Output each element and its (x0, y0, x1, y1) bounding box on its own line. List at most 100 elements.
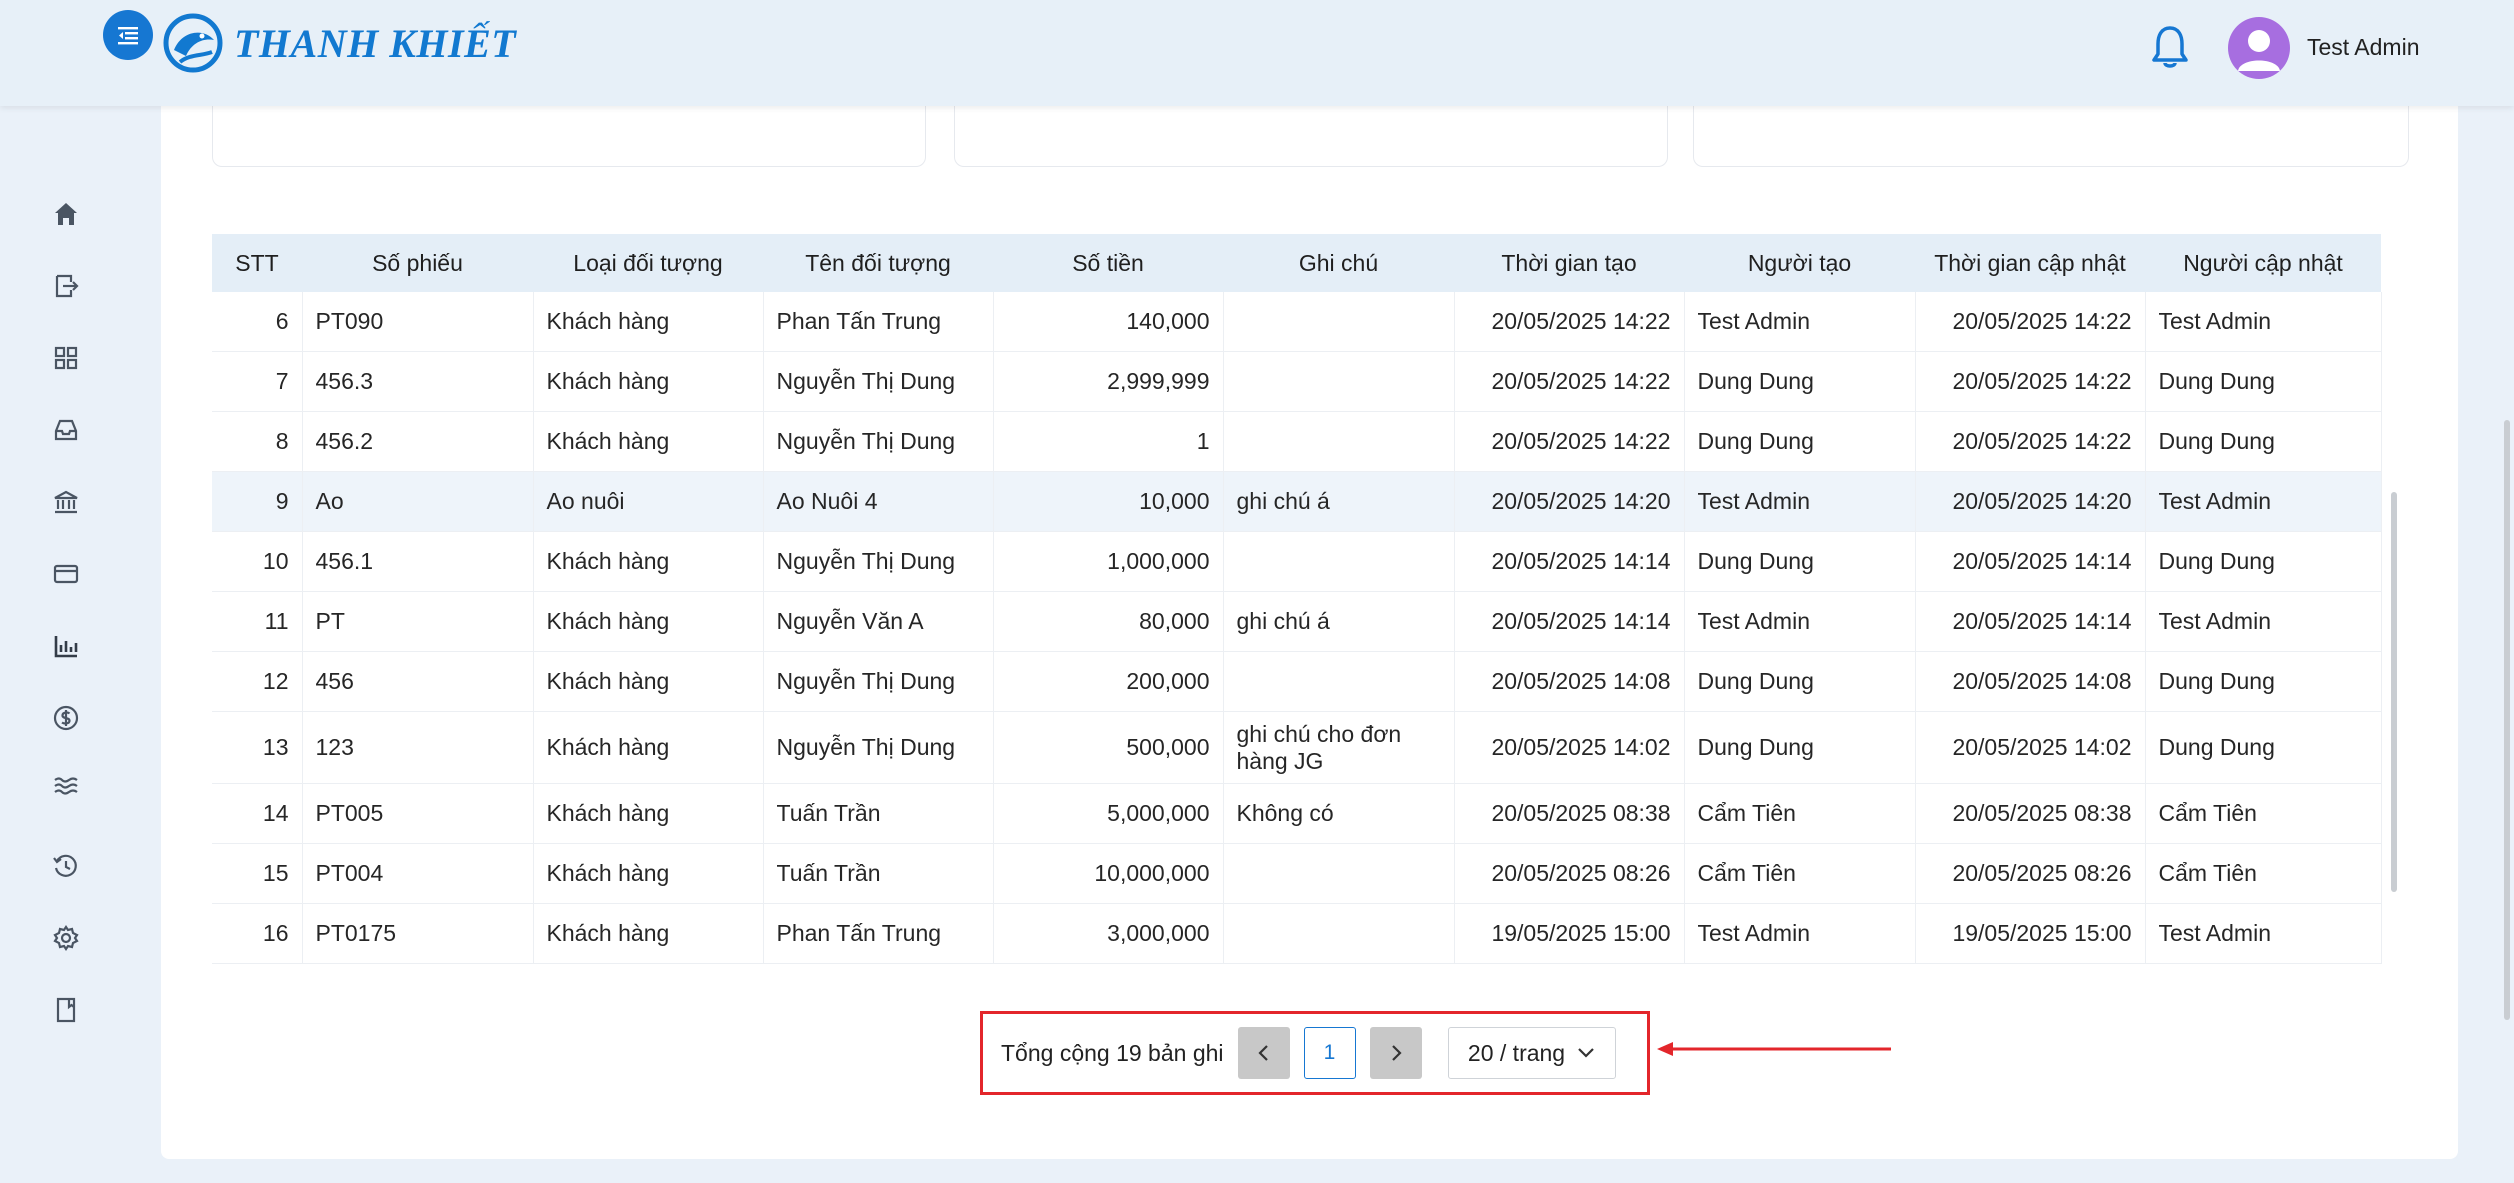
table-cell: Test Admin (2145, 471, 2382, 532)
sidebar (0, 106, 129, 1183)
dollar-icon[interactable] (50, 702, 82, 734)
column-header: STT (212, 234, 302, 292)
prev-page-button[interactable] (1237, 1027, 1290, 1079)
table-cell: 20/05/2025 14:08 (1454, 651, 1685, 712)
table-cell: Dung Dung (2145, 531, 2382, 592)
table-cell: 9 (212, 471, 303, 532)
settings-icon[interactable] (50, 922, 82, 954)
table-cell: Dung Dung (1684, 711, 1916, 784)
chevron-left-icon (1257, 1045, 1268, 1061)
table-row[interactable]: 7 456.3 Khách hàng Nguyễn Thị Dung 2,999,999… (212, 351, 2382, 412)
table-cell (1223, 903, 1455, 964)
pagination-total: Tổng cộng 19 bản ghi (1001, 1039, 1224, 1066)
table-cell: Cẩm Tiên (2145, 783, 2382, 844)
table-cell: 456.2 (302, 411, 534, 472)
table-cell: ghi chú á (1223, 471, 1455, 532)
bar-chart-icon[interactable] (50, 630, 82, 662)
page-scrollbar[interactable] (2504, 420, 2510, 1020)
table-cell: 20/05/2025 14:22 (1454, 411, 1685, 472)
table-cell: Tuấn Trần (763, 783, 994, 844)
book-icon[interactable] (50, 994, 82, 1026)
table-cell: Khách hàng (533, 783, 764, 844)
table-cell: Dung Dung (2145, 411, 2382, 472)
main-content: STT Số phiếu Loại đối tượng Tên đối tượng Số… (161, 106, 2458, 1159)
export-icon[interactable] (50, 270, 82, 302)
page-number-current[interactable]: 1 (1303, 1027, 1356, 1079)
notification-bell-icon[interactable] (2150, 24, 2190, 75)
table-cell: 456.1 (302, 531, 534, 592)
table-cell: 20/05/2025 14:20 (1915, 471, 2146, 532)
table-cell: Dung Dung (1684, 651, 1916, 712)
fish-logo-icon (163, 13, 223, 73)
inbox-icon[interactable] (50, 414, 82, 446)
table-header: STT Số phiếu Loại đối tượng Tên đối tượng Số… (212, 234, 2381, 292)
table-cell: 456 (302, 651, 534, 712)
table-row[interactable]: 9 Ao Ao nuôi Ao Nuôi 4 10,000 ghi chú á 20/05/… (212, 471, 2382, 532)
table-row[interactable]: 16 PT0175 Khách hàng Phan Tấn Trung 3,000,00… (212, 903, 2382, 964)
column-header: Tên đối tượng (763, 234, 993, 292)
table-row[interactable]: 6 PT090 Khách hàng Phan Tấn Trung 140,000 20/… (212, 292, 2382, 352)
table-cell: 7 (212, 351, 303, 412)
history-icon[interactable] (50, 850, 82, 882)
table-cell: 20/05/2025 14:08 (1915, 651, 2146, 712)
table-row[interactable]: 10 456.1 Khách hàng Nguyễn Thị Dung 1,000,00… (212, 531, 2382, 592)
table-row[interactable]: 12 456 Khách hàng Nguyễn Thị Dung 200,000 20/… (212, 651, 2382, 712)
table-cell (1223, 531, 1455, 592)
table-cell: 8 (212, 411, 303, 472)
annotation-arrow (1657, 1042, 1891, 1056)
table-row[interactable]: 8 456.2 Khách hàng Nguyễn Thị Dung 1 20/05/20… (212, 411, 2382, 472)
table-cell: Khách hàng (533, 591, 764, 652)
user-name[interactable]: Test Admin (2307, 34, 2420, 61)
receipts-table-container[interactable]: STT Số phiếu Loại đối tượng Tên đối tượng Số… (212, 234, 2407, 996)
table-cell: PT (302, 591, 534, 652)
table-cell: Test Admin (2145, 903, 2382, 964)
table-cell: Test Admin (2145, 292, 2382, 352)
grid-icon[interactable] (50, 342, 82, 374)
user-avatar[interactable] (2228, 17, 2290, 79)
column-header: Ghi chú (1223, 234, 1454, 292)
waves-icon[interactable] (50, 770, 82, 802)
brand-name: THANH KHIẾT (234, 20, 517, 66)
table-cell: Khách hàng (533, 711, 764, 784)
table-cell: 15 (212, 843, 303, 904)
table-cell: 80,000 (993, 591, 1224, 652)
table-cell: Test Admin (1684, 591, 1916, 652)
table-cell: 20/05/2025 14:14 (1915, 591, 2146, 652)
table-row[interactable]: 15 PT004 Khách hàng Tuấn Trần 10,000,000 20/0… (212, 843, 2382, 904)
page-size-select[interactable]: 20 / trang (1447, 1027, 1616, 1079)
table-cell: Dung Dung (2145, 351, 2382, 412)
table-row[interactable]: 14 PT005 Khách hàng Tuấn Trần 5,000,000 Không… (212, 783, 2382, 844)
column-header: Thời gian cập nhật (1915, 234, 2145, 292)
table-cell: Tuấn Trần (763, 843, 994, 904)
bank-icon[interactable] (50, 486, 82, 518)
pagination: Tổng cộng 19 bản ghi 1 20 / trang (980, 1011, 1650, 1095)
home-icon[interactable] (50, 198, 82, 230)
summary-card-2 (954, 106, 1668, 167)
table-cell: 16 (212, 903, 303, 964)
receipts-table: STT Số phiếu Loại đối tượng Tên đối tượng Số… (212, 234, 2382, 964)
table-cell: 123 (302, 711, 534, 784)
table-row[interactable]: 13 123 Khách hàng Nguyễn Thị Dung 500,000 ghi… (212, 711, 2382, 784)
table-cell: Nguyễn Văn A (763, 591, 994, 652)
table-cell: 10 (212, 531, 303, 592)
table-cell: Khách hàng (533, 292, 764, 352)
table-row[interactable]: 11 PT Khách hàng Nguyễn Văn A 80,000 ghi chú … (212, 591, 2382, 652)
brand-logo[interactable]: THANH KHIẾT (162, 12, 516, 74)
table-cell (1223, 351, 1455, 412)
table-cell: 19/05/2025 15:00 (1454, 903, 1685, 964)
table-cell: 20/05/2025 14:22 (1915, 351, 2146, 412)
table-cell: 20/05/2025 14:22 (1454, 351, 1685, 412)
card-icon[interactable] (50, 558, 82, 590)
table-cell: PT0175 (302, 903, 534, 964)
next-page-button[interactable] (1369, 1027, 1422, 1079)
table-cell: 3,000,000 (993, 903, 1224, 964)
table-scrollbar[interactable] (2391, 492, 2397, 892)
table-cell: 20/05/2025 14:20 (1454, 471, 1685, 532)
page-size-label: 20 / trang (1467, 1039, 1566, 1066)
table-cell: PT005 (302, 783, 534, 844)
table-cell: Test Admin (1684, 471, 1916, 532)
chevron-right-icon (1391, 1045, 1402, 1061)
table-cell: Test Admin (1684, 292, 1916, 352)
menu-toggle-button[interactable] (103, 10, 153, 60)
summary-card-3 (1693, 106, 2409, 167)
